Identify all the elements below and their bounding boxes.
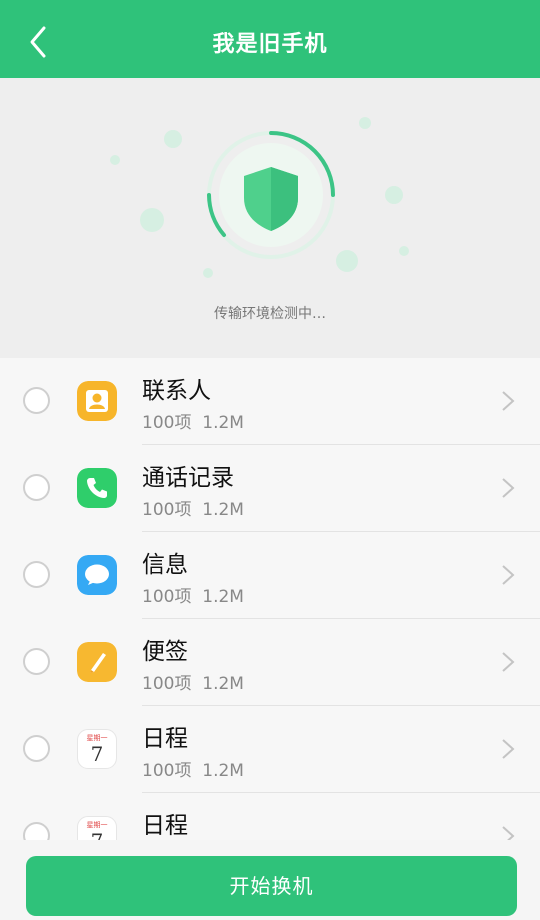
chevron-right-icon <box>502 826 515 840</box>
chevron-right-icon <box>502 478 515 498</box>
item-title: 日程 <box>142 726 188 752</box>
decor-dot <box>399 246 409 256</box>
item-checkbox[interactable] <box>23 561 50 588</box>
item-meta: 100项 1.2M <box>142 500 244 520</box>
progress-ring <box>207 131 335 259</box>
item-title: 信息 <box>142 552 188 578</box>
list-item-contacts[interactable]: 联系人 100项 1.2M <box>0 358 540 445</box>
item-title: 通话记录 <box>142 465 234 491</box>
decor-dot <box>140 208 164 232</box>
chevron-right-icon <box>502 652 515 672</box>
chevron-right-icon <box>502 739 515 759</box>
calendar-icon: 星期一 7 <box>77 729 117 769</box>
top-bar: 我是旧手机 <box>0 0 540 78</box>
decor-dot <box>359 117 371 129</box>
message-icon <box>77 555 117 595</box>
start-transfer-button[interactable]: 开始换机 <box>26 856 517 916</box>
data-list: 联系人 100项 1.2M 通话记录 100项 1.2M 信息 100项 1.2… <box>0 358 540 840</box>
item-checkbox[interactable] <box>23 735 50 762</box>
calendar-day: 7 <box>90 742 104 766</box>
list-item-call-log[interactable]: 通话记录 100项 1.2M <box>0 445 540 532</box>
list-item-messages[interactable]: 信息 100项 1.2M <box>0 532 540 619</box>
list-item-calendar-2[interactable]: 星期一 7 日程 <box>0 793 540 840</box>
list-item-calendar[interactable]: 星期一 7 日程 100项 1.2M <box>0 706 540 793</box>
decor-dot <box>110 155 120 165</box>
notes-icon <box>77 642 117 682</box>
phone-icon <box>77 468 117 508</box>
page-title: 我是旧手机 <box>212 32 328 57</box>
item-checkbox[interactable] <box>23 822 50 840</box>
detection-panel: 传输环境检测中… <box>0 78 540 358</box>
item-checkbox[interactable] <box>23 648 50 675</box>
item-meta: 100项 1.2M <box>142 413 244 433</box>
contact-icon <box>77 381 117 421</box>
decor-dot <box>385 186 403 204</box>
chevron-right-icon <box>502 565 515 585</box>
footer-bar: 开始换机 <box>0 840 540 920</box>
item-checkbox[interactable] <box>23 474 50 501</box>
item-title: 日程 <box>142 813 188 839</box>
item-meta: 100项 1.2M <box>142 587 244 607</box>
decor-dot <box>336 250 358 272</box>
calendar-day: 7 <box>78 829 116 840</box>
chevron-right-icon <box>502 391 515 411</box>
item-meta: 100项 1.2M <box>142 761 244 781</box>
decor-dot <box>203 268 213 278</box>
decor-dot <box>164 130 182 148</box>
status-text: 传输环境检测中… <box>214 306 326 322</box>
calendar-icon: 星期一 7 <box>77 816 117 840</box>
list-item-notes[interactable]: 便签 100项 1.2M <box>0 619 540 706</box>
item-title: 联系人 <box>142 378 211 404</box>
item-checkbox[interactable] <box>23 387 50 414</box>
item-title: 便签 <box>142 639 188 665</box>
item-meta: 100项 1.2M <box>142 674 244 694</box>
